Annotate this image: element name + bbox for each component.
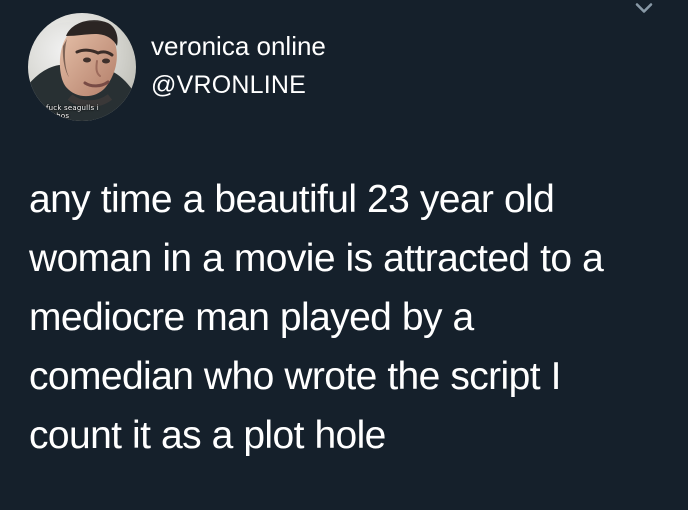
avatar[interactable]: fuck seagulls i ...thos <box>28 13 136 121</box>
avatar-caption: fuck seagulls i ...thos <box>46 104 120 120</box>
display-name[interactable]: veronica online <box>151 31 326 61</box>
tweet-text-line: any time a beautiful 23 year old <box>29 178 555 221</box>
tweet-text-line: comedian who wrote the script I <box>29 355 561 398</box>
tweet-text-line: woman in a movie is attracted to a <box>29 237 604 280</box>
tweet-text-line: count it as a plot hole <box>29 414 386 457</box>
tweet-card: fuck seagulls i ...thos veronica online … <box>0 0 688 510</box>
chevron-down-icon[interactable] <box>632 0 656 20</box>
chevron-down-icon <box>635 3 653 13</box>
avatar-caption-line-2: ...thos <box>46 112 70 120</box>
tweet-text: any time a beautiful 23 year old woman i… <box>29 170 669 465</box>
avatar-caption-line-1: fuck seagulls i <box>46 104 99 112</box>
tweet-text-line: mediocre man played by a <box>29 296 474 339</box>
user-handle[interactable]: @VRONLINE <box>151 70 306 100</box>
